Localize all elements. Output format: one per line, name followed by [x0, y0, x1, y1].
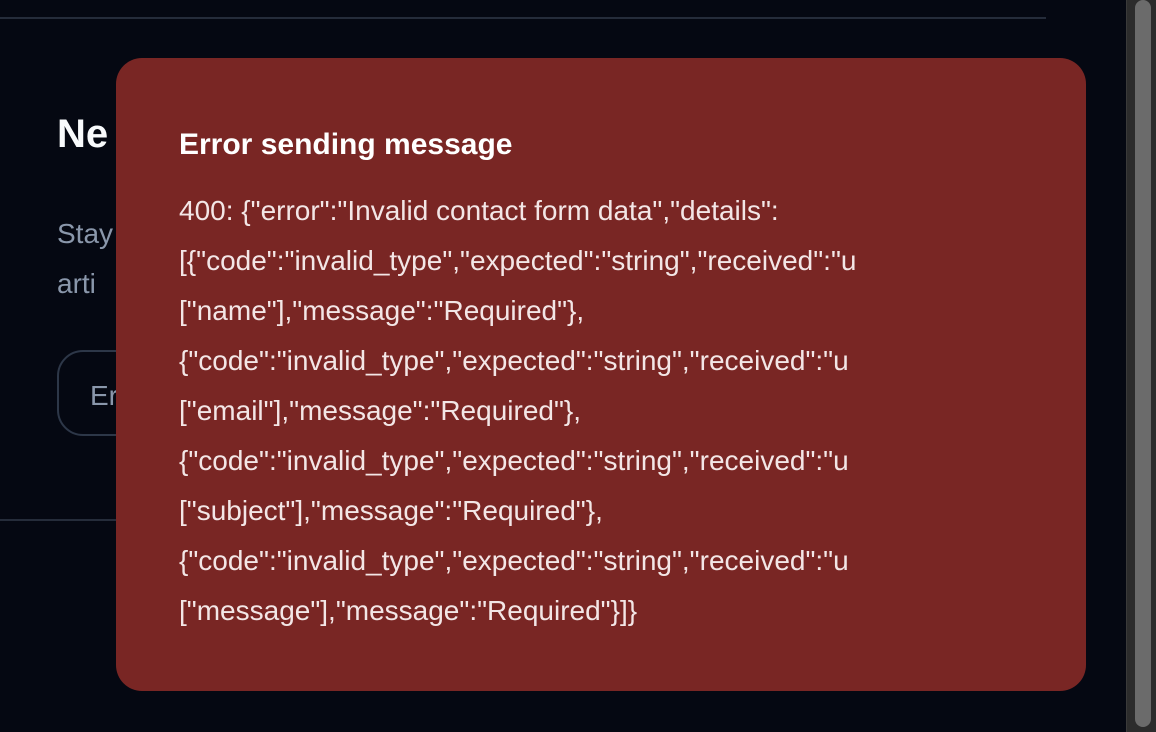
toast-message-line: [{"code":"invalid_type","expected":"stri…	[179, 245, 857, 276]
newsletter-subtitle-line: Stay	[57, 218, 114, 249]
toast-message-line: {"code":"invalid_type","expected":"strin…	[179, 545, 849, 576]
email-input-placeholder: Er	[90, 380, 118, 411]
toast-message: 400: {"error":"Invalid contact form data…	[179, 186, 1080, 636]
newsletter-subtitle-line: arti	[57, 268, 96, 299]
toast-message-line: ["message"],"message":"Required"}]}	[179, 595, 638, 626]
scrollbar-thumb[interactable]	[1135, 0, 1151, 727]
scrollbar[interactable]	[1126, 0, 1156, 732]
top-divider	[0, 17, 1046, 19]
error-toast[interactable]: Error sending message 400: {"error":"Inv…	[116, 58, 1086, 691]
toast-message-line: {"code":"invalid_type","expected":"strin…	[179, 445, 849, 476]
toast-message-line: ["subject"],"message":"Required"},	[179, 495, 603, 526]
toast-title: Error sending message	[179, 128, 513, 161]
toast-message-line: {"code":"invalid_type","expected":"strin…	[179, 345, 849, 376]
toast-message-line: ["email"],"message":"Required"},	[179, 395, 582, 426]
newsletter-heading: Ne	[57, 112, 109, 156]
toast-message-line: ["name"],"message":"Required"},	[179, 295, 585, 326]
toast-message-line: 400: {"error":"Invalid contact form data…	[179, 195, 779, 226]
